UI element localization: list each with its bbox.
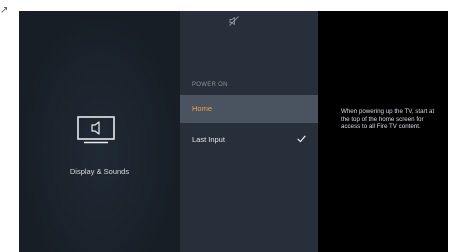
options-panel: POWER ON Home Last Input [180, 11, 318, 252]
mute-icon [229, 16, 239, 26]
tv-speaker-icon [77, 116, 115, 144]
section-header: POWER ON [192, 82, 228, 88]
description-panel: When powering up the TV, start at the to… [318, 11, 448, 252]
category-panel: Display & Sounds [19, 11, 180, 252]
category-label: Display & Sounds [69, 167, 130, 176]
option-home[interactable]: Home [180, 95, 318, 123]
option-label: Last Input [192, 135, 225, 144]
option-last-input[interactable]: Last Input [180, 126, 318, 154]
corner-arrow-icon: ↗ [0, 5, 9, 16]
tv-screen: Display & Sounds POWER ON Home Last Inpu… [19, 11, 448, 252]
option-description: When powering up the TV, start at the to… [341, 108, 435, 131]
option-label: Home [192, 104, 213, 113]
checkmark-icon [297, 135, 306, 143]
